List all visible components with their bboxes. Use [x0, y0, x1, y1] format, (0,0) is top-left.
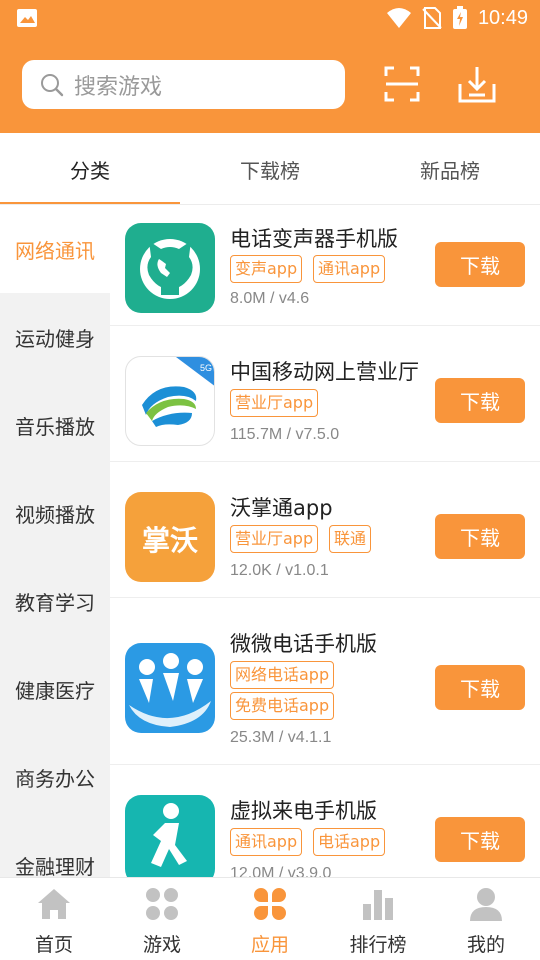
- app-meta: 25.3M / v4.1.1: [230, 729, 332, 746]
- apps-icon: [254, 888, 286, 920]
- sidebar-item-music[interactable]: 音乐播放: [0, 381, 110, 469]
- search-placeholder: 搜索游戏: [74, 74, 163, 100]
- search-input[interactable]: 搜索游戏: [22, 60, 345, 109]
- nav-label: 我的: [466, 934, 505, 956]
- download-button[interactable]: 下载: [435, 817, 525, 862]
- scan-icon[interactable]: [384, 66, 420, 102]
- sidebar-item-health[interactable]: 健康医疗: [0, 645, 110, 733]
- app-tag: 营业厅app: [230, 525, 319, 553]
- app-name: 电话变声器手机版: [230, 227, 398, 251]
- download-icon[interactable]: [457, 66, 497, 104]
- app-meta: 8.0M / v4.6: [230, 290, 310, 307]
- tab-download-rank[interactable]: 下载榜: [180, 133, 360, 205]
- tab-new-rank[interactable]: 新品榜: [360, 133, 540, 205]
- status-time: 10:49: [477, 6, 528, 29]
- list-item[interactable]: 虚拟来电手机版 通讯app 电话app 12.0M / v3.9.0 下载: [110, 765, 540, 877]
- list-item[interactable]: 微微电话手机版 网络电话app 免费电话app 25.3M / v4.1.1 下…: [110, 598, 540, 765]
- svg-text:5G: 5G: [200, 363, 212, 373]
- nav-profile[interactable]: 我的: [432, 878, 540, 960]
- sidebar-item-network[interactable]: 网络通讯: [0, 205, 110, 293]
- app-icon-text: 掌沃: [141, 524, 198, 557]
- china-mobile-app-icon: 5G: [125, 356, 215, 446]
- sidebar-item-business[interactable]: 商务办公: [0, 733, 110, 821]
- app-name: 沃掌通app: [230, 496, 333, 520]
- nav-label: 应用: [250, 934, 289, 956]
- sidebar-item-finance[interactable]: 金融理财: [0, 821, 110, 878]
- app-tag: 网络电话app: [230, 661, 335, 689]
- category-sidebar: 网络通讯 运动健身 音乐播放 视频播放 教育学习 健康医疗 商务办公 金融理财: [0, 205, 110, 877]
- app-tag: 营业厅app: [230, 389, 319, 417]
- image-icon: [17, 9, 37, 27]
- battery-icon: [452, 6, 467, 29]
- home-icon: [38, 889, 70, 919]
- app-tag: 通讯app: [313, 255, 386, 283]
- search-icon: [41, 73, 64, 96]
- nav-ranking[interactable]: 排行榜: [324, 878, 432, 960]
- tab-label: 下载榜: [240, 158, 300, 183]
- nav-games[interactable]: 游戏: [108, 878, 216, 960]
- sidebar-item-education[interactable]: 教育学习: [0, 557, 110, 645]
- status-bar: 10:49: [0, 0, 540, 36]
- cat-phone-app-icon: [125, 223, 215, 313]
- running-man-app-icon: [125, 795, 215, 877]
- app-tag: 免费电话app: [230, 692, 335, 720]
- app-tag: 电话app: [313, 828, 386, 856]
- download-button[interactable]: 下载: [435, 378, 525, 423]
- app-tag: 通讯app: [230, 828, 303, 856]
- nav-label: 首页: [34, 934, 73, 956]
- sidebar-item-fitness[interactable]: 运动健身: [0, 293, 110, 381]
- list-item[interactable]: 掌沃 沃掌通app 营业厅app 联通 12.0K / v1.0.1 下载: [110, 462, 540, 598]
- tab-label: 新品榜: [420, 158, 480, 183]
- app-name: 中国移动网上营业厅: [230, 360, 419, 384]
- nav-label: 排行榜: [349, 934, 407, 956]
- tab-label: 分类: [70, 158, 110, 183]
- bar-chart-icon: [363, 890, 393, 920]
- app-name: 虚拟来电手机版: [230, 799, 377, 823]
- sidebar-item-video[interactable]: 视频播放: [0, 469, 110, 557]
- list-item[interactable]: 5G 中国移动网上营业厅 营业厅app 115.7M / v7.5.0 下载: [110, 326, 540, 462]
- app-list: 电话变声器手机版 变声app 通讯app 8.0M / v4.6 下载 5G 中…: [110, 205, 540, 877]
- nav-apps[interactable]: 应用: [216, 878, 324, 960]
- tab-bar: 分类 下载榜 新品榜: [0, 133, 540, 205]
- nav-label: 游戏: [142, 934, 181, 956]
- download-button[interactable]: 下载: [435, 514, 525, 559]
- download-button[interactable]: 下载: [435, 665, 525, 710]
- tab-category[interactable]: 分类: [0, 133, 180, 205]
- app-meta: 115.7M / v7.5.0: [230, 426, 340, 443]
- weiwei-app-icon: [125, 643, 215, 733]
- nav-home[interactable]: 首页: [0, 878, 108, 960]
- no-sim-icon: [422, 7, 442, 29]
- list-item[interactable]: 电话变声器手机版 变声app 通讯app 8.0M / v4.6 下载: [110, 205, 540, 326]
- bottom-nav: 首页 游戏 应用 排行榜 我的: [0, 877, 540, 960]
- user-icon: [470, 888, 502, 921]
- app-tag: 变声app: [230, 255, 303, 283]
- app-name: 微微电话手机版: [230, 632, 377, 656]
- app-meta: 12.0K / v1.0.1: [230, 562, 329, 579]
- header: 10:49 搜索游戏: [0, 0, 540, 133]
- wifi-icon: [386, 8, 411, 28]
- download-button[interactable]: 下载: [435, 242, 525, 287]
- app-meta: 12.0M / v3.9.0: [230, 865, 332, 877]
- app-tag: 联通: [329, 525, 372, 553]
- game-grid-icon: [146, 888, 178, 920]
- wozhangtong-app-icon: 掌沃: [125, 492, 215, 582]
